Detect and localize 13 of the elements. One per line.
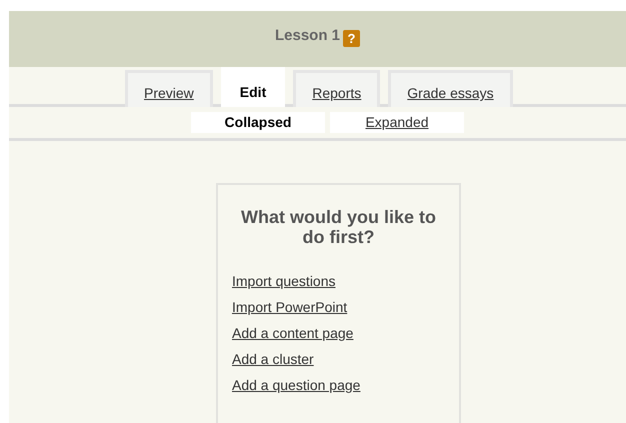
panel-heading: What would you like to do first? <box>240 208 437 248</box>
view-mode-tab[interactable]: Collapsed <box>191 112 325 133</box>
action-link[interactable]: Import questions <box>232 268 336 294</box>
action-link[interactable]: Add a content page <box>232 320 354 346</box>
page-title: Lesson 1 <box>274 26 340 46</box>
action-link[interactable]: Add a question page <box>232 372 360 398</box>
tab[interactable]: Preview <box>125 70 213 107</box>
tab[interactable]: Grade essays <box>388 70 513 107</box>
tab[interactable]: Edit <box>220 66 286 107</box>
view-mode-tab[interactable]: Expanded <box>330 112 464 133</box>
action-link[interactable]: Import PowerPoint <box>232 294 348 320</box>
action-link[interactable]: Add a cluster <box>232 346 314 372</box>
tab[interactable]: Reports <box>293 70 380 107</box>
